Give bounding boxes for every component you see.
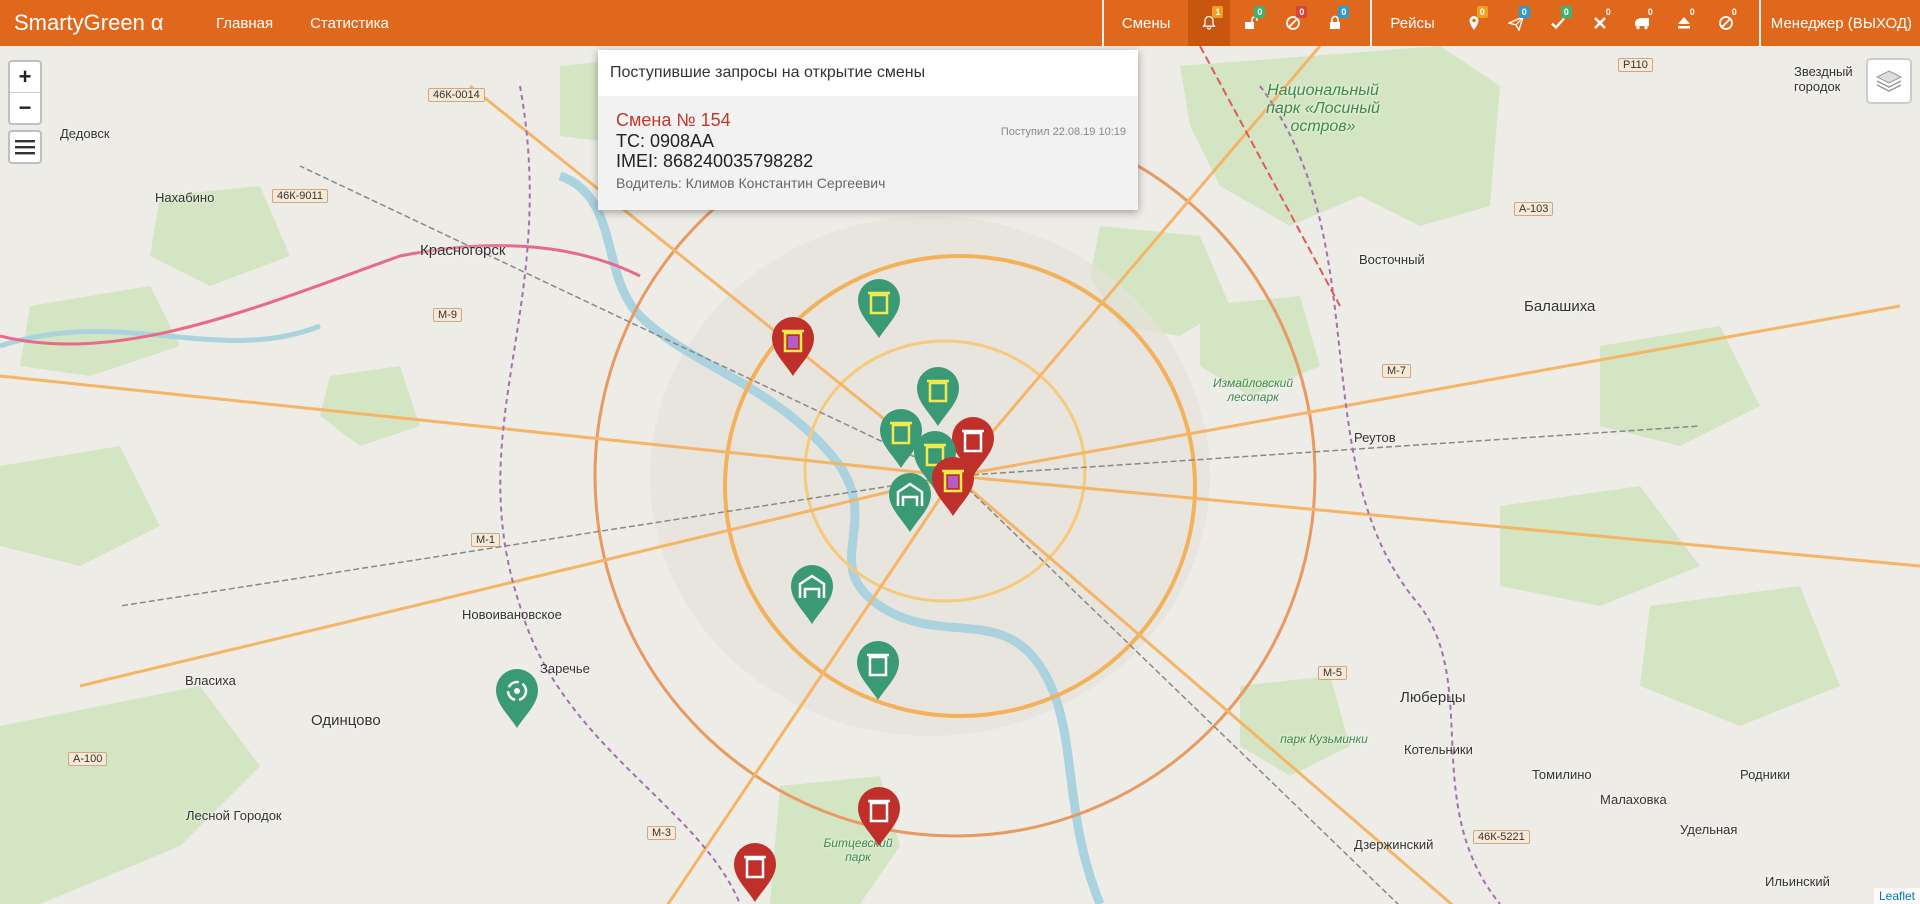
location-count: 0 — [1476, 6, 1488, 18]
cancelled-count: 0 — [1605, 7, 1611, 17]
city-label: Родники — [1740, 767, 1791, 782]
nav-trips[interactable]: Рейсы — [1372, 0, 1452, 46]
road-shield: М-3 — [647, 826, 676, 840]
city-label: Заречье — [540, 661, 590, 676]
user-logout-link[interactable]: Менеджер (ВЫХОД) — [1761, 0, 1920, 46]
city-label: Люберцы — [1400, 689, 1466, 706]
trips-cancelled-button[interactable]: 0 — [1579, 0, 1621, 46]
city-label: Одинцово — [311, 712, 381, 729]
sent-count: 0 — [1518, 6, 1530, 18]
city-label: Ильинский — [1765, 874, 1830, 889]
shift-request-item[interactable]: Смена № 154 ТС: 0908АА IMEI: 86824003579… — [598, 96, 1138, 210]
top-navbar: SmartyGreen α Главная Статистика Смены 1… — [0, 0, 1920, 46]
shifts-closed-button[interactable]: 0 — [1314, 0, 1356, 46]
imei-value: IMEI: 868240035798282 — [616, 151, 814, 171]
zoom-in-button[interactable]: + — [10, 62, 40, 93]
zoom-control: + − — [8, 60, 42, 125]
road-shield: М-7 — [1382, 364, 1411, 378]
city-label: Красногорск — [420, 242, 506, 259]
map-marker-depot[interactable] — [789, 564, 835, 626]
shift-requests-button[interactable]: 1 — [1188, 0, 1231, 46]
road-shield: А-100 — [68, 752, 108, 766]
city-label: Малаховка — [1600, 792, 1667, 807]
map-menu-button[interactable] — [8, 130, 42, 164]
navbar-right-group: Смены 1 0 0 0 Рейсы 0 0 0 0 0 0 0 Менедж… — [1101, 0, 1920, 46]
truck-count: 0 — [1647, 7, 1653, 17]
city-label: Дзержинский — [1354, 837, 1434, 852]
city-label: Реутов — [1354, 430, 1396, 445]
city-label: Удельная — [1680, 822, 1738, 837]
map-marker-trash-red[interactable] — [732, 842, 778, 904]
done-count: 0 — [1560, 6, 1572, 18]
shift-requests-popup: Поступившие запросы на открытие смены См… — [598, 50, 1138, 210]
city-label: Балашиха — [1524, 298, 1596, 315]
lock-count: 0 — [1338, 6, 1350, 18]
road-shield: М-1 — [471, 533, 500, 547]
driver-name: Водитель: Климов Константин Сергеевич — [616, 175, 886, 191]
road-shield: М-5 — [1318, 666, 1347, 680]
shifts-open-button[interactable]: 0 — [1230, 0, 1272, 46]
road-shield: А-103 — [1514, 202, 1554, 216]
unlock-count: 0 — [1254, 6, 1266, 18]
city-label: Власиха — [185, 673, 236, 688]
park-label: парк Кузьминки — [1280, 732, 1368, 746]
city-label: Томилино — [1532, 767, 1592, 782]
city-label: Нахабино — [155, 190, 215, 205]
road-shield: М-9 — [433, 308, 462, 322]
road-shield: 46К-9011 — [272, 189, 328, 203]
city-label: Дедовск — [60, 126, 110, 141]
road-shield: Р110 — [1618, 58, 1653, 72]
road-shield: 46К-0014 — [428, 88, 485, 102]
ban-count: 0 — [1296, 6, 1308, 18]
nav-link-home[interactable]: Главная — [216, 15, 273, 32]
map-marker-depot[interactable] — [887, 472, 933, 534]
map-marker-recycle[interactable] — [494, 668, 540, 730]
brand-logo[interactable]: SmartyGreen α — [0, 10, 204, 36]
nav-link-statistics[interactable]: Статистика — [310, 15, 389, 32]
trips-truck-button[interactable]: 0 — [1621, 0, 1663, 46]
road-shield: 46К-5221 — [1473, 830, 1530, 844]
layers-button[interactable] — [1866, 58, 1912, 104]
city-label: Звездный городок — [1794, 64, 1853, 94]
map-marker-trash-red[interactable] — [930, 456, 976, 518]
map-marker-trash-red[interactable] — [856, 786, 902, 848]
layers-icon — [1875, 70, 1903, 92]
trips-ban-count: 0 — [1731, 7, 1737, 17]
nav-shifts[interactable]: Смены — [1104, 0, 1189, 46]
city-label: Восточный — [1359, 252, 1425, 267]
map-marker-trash-green[interactable] — [856, 278, 902, 340]
map-marker-trash-red[interactable] — [770, 316, 816, 378]
park-label: Измайловский лесопарк — [1212, 376, 1294, 404]
trips-sent-button[interactable]: 0 — [1495, 0, 1537, 46]
trips-rejected-button[interactable]: 0 — [1705, 0, 1747, 46]
city-label: Котельники — [1404, 742, 1473, 757]
city-label: Новоивановское — [462, 607, 562, 622]
city-label: Лесной Городок — [186, 808, 282, 823]
shifts-rejected-button[interactable]: 0 — [1272, 0, 1314, 46]
zoom-out-button[interactable]: − — [10, 93, 40, 123]
map-attribution-link[interactable]: Leaflet — [1873, 888, 1920, 904]
received-time: Поступил 22.08.19 10:19 — [1000, 126, 1126, 138]
trips-done-button[interactable]: 0 — [1537, 0, 1579, 46]
trips-location-button[interactable]: 0 — [1453, 0, 1495, 46]
bell-count: 1 — [1212, 6, 1224, 18]
map-marker-trash-green[interactable] — [855, 640, 901, 702]
hamburger-icon — [15, 140, 35, 155]
popup-title: Поступившие запросы на открытие смены — [610, 64, 926, 81]
park-label: Национальный парк «Лосиный остров» — [1266, 82, 1380, 135]
trips-unload-button[interactable]: 0 — [1663, 0, 1705, 46]
unload-count: 0 — [1689, 7, 1695, 17]
